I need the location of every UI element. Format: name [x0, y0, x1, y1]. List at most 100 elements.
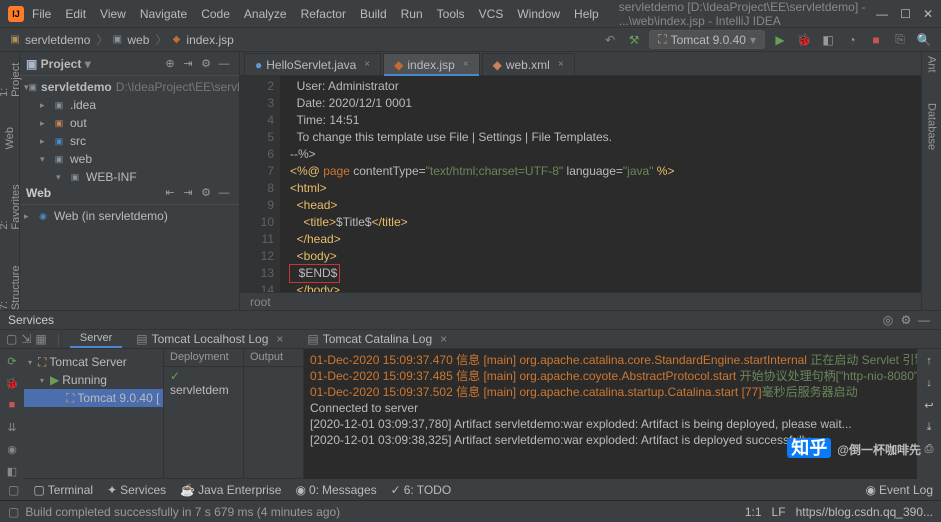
tab-server[interactable]: Server — [70, 330, 122, 348]
tool-structure[interactable]: 7: Structure — [0, 260, 22, 310]
tree-root[interactable]: ▾▣servletdemoD:\IdeaProject\EE\servletde… — [20, 78, 239, 96]
status-indicator-icon[interactable]: ▢ — [8, 505, 19, 519]
menu-run[interactable]: Run — [401, 7, 423, 21]
svc-instance[interactable]: ⛶Tomcat 9.0.40 [ — [24, 389, 163, 407]
tab-helloservlet[interactable]: ●HelloServlet.java× — [244, 53, 381, 75]
close-icon[interactable]: × — [364, 59, 370, 70]
line-separator[interactable]: LF — [772, 505, 786, 519]
hide-icon[interactable]: — — [215, 184, 233, 202]
quick-access-icon[interactable]: ▢ — [8, 483, 19, 497]
layout-icon[interactable]: ▦ — [35, 332, 46, 346]
hide-icon[interactable]: — — [915, 311, 933, 329]
btab-todo[interactable]: ✓6: TODO — [391, 483, 452, 497]
event-log[interactable]: ◉Event Log — [865, 483, 933, 497]
tool-favorites[interactable]: 2: Favorites — [0, 179, 22, 230]
back-button[interactable]: ↶ — [601, 31, 619, 49]
svc-running[interactable]: ▾▶Running — [24, 371, 163, 389]
web-tree-item[interactable]: ▸◉Web (in servletdemo) — [20, 207, 239, 225]
maximize-button[interactable]: ☐ — [900, 7, 911, 21]
menu-window[interactable]: Window — [517, 7, 560, 21]
select-opened-icon[interactable]: ⊕ — [161, 55, 179, 73]
menu-help[interactable]: Help — [574, 7, 599, 21]
tool-web[interactable]: Web — [4, 127, 16, 149]
down-icon[interactable]: ↓ — [921, 375, 937, 391]
code-lines[interactable]: User: Administrator Date: 2020/12/1 0001… — [280, 76, 921, 292]
tab-webxml[interactable]: ◆web.xml× — [482, 53, 575, 75]
coverage-button[interactable]: ◧ — [819, 31, 837, 49]
menu-build[interactable]: Build — [360, 7, 387, 21]
stop-button[interactable]: ■ — [867, 31, 885, 49]
up-icon[interactable]: ↑ — [921, 353, 937, 369]
console[interactable]: 01-Dec-2020 15:09:37.470 信息 [main] org.a… — [304, 349, 917, 479]
deployment-item[interactable]: ✓ servletdem — [164, 367, 243, 399]
menu-vcs[interactable]: VCS — [479, 7, 504, 21]
rerun-icon[interactable]: ⟳ — [4, 353, 20, 369]
wrap-icon[interactable]: ↩ — [921, 397, 937, 413]
tree-out[interactable]: ▸▣out — [20, 114, 239, 132]
cursor-position[interactable]: 1:1 — [745, 505, 762, 519]
filter-icon[interactable]: ▢ — [6, 332, 17, 346]
expand-icon[interactable]: ⇥ — [179, 184, 197, 202]
gear-icon[interactable]: ⚙ — [197, 184, 215, 202]
menu-tools[interactable]: Tools — [437, 7, 465, 21]
profile-button[interactable]: ◔ — [843, 31, 861, 49]
tab-localhost-log[interactable]: ▤Tomcat Localhost Log× — [126, 330, 293, 348]
gear-icon[interactable]: ⚙ — [197, 55, 215, 73]
tool-project[interactable]: 1: Project — [0, 56, 22, 97]
debug-button[interactable]: 🐞 — [795, 31, 813, 49]
menu-analyze[interactable]: Analyze — [244, 7, 287, 21]
tool-ant[interactable]: Ant — [926, 56, 938, 73]
hammer-build-icon[interactable]: ⚒ — [625, 31, 643, 49]
project-panel-title[interactable]: ▣ Project ▾ — [26, 57, 161, 71]
btab-javaee[interactable]: ☕Java Enterprise — [180, 483, 281, 497]
minimize-button[interactable]: — — [876, 7, 888, 21]
crumb-folder[interactable]: ▣web — [110, 33, 149, 47]
btab-messages[interactable]: ◉0: Messages — [295, 483, 376, 497]
menu-file[interactable]: File — [32, 7, 51, 21]
btab-terminal[interactable]: ▢Terminal — [33, 483, 93, 497]
scroll-icon[interactable]: ⤓ — [921, 419, 937, 435]
code-area[interactable]: 2345678910111213141516 User: Administrat… — [240, 76, 921, 292]
tree-idea[interactable]: ▸▣.idea — [20, 96, 239, 114]
tab-indexjsp[interactable]: ◆index.jsp× — [383, 53, 479, 75]
services-tree[interactable]: ▾⛶Tomcat Server ▾▶Running ⛶Tomcat 9.0.40… — [24, 349, 164, 479]
close-button[interactable]: ✕ — [923, 7, 933, 21]
menu-view[interactable]: View — [100, 7, 126, 21]
close-icon[interactable]: × — [463, 59, 469, 70]
menu-code[interactable]: Code — [201, 7, 230, 21]
browser-icon[interactable]: ◉ — [4, 441, 20, 457]
target-icon[interactable]: ◎ — [879, 311, 897, 329]
tool-database[interactable]: Database — [926, 103, 938, 150]
update-vcs-icon[interactable]: ⎘ — [891, 31, 909, 49]
print-icon[interactable]: ⎙ — [921, 441, 937, 457]
menu-edit[interactable]: Edit — [65, 7, 86, 21]
debug-icon[interactable]: 🐞 — [4, 375, 20, 391]
crumb-project[interactable]: ▣servletdemo — [8, 33, 90, 47]
menu-navigate[interactable]: Navigate — [140, 7, 187, 21]
console-toolbar: ↑ ↓ ↩ ⤓ ⎙ — [917, 349, 941, 479]
btab-services[interactable]: ✦Services — [107, 483, 166, 497]
tree-webinf[interactable]: ▾▣WEB-INF — [20, 168, 239, 181]
jsp-icon: ◆ — [394, 58, 403, 72]
web-panel-header: Web ⇤ ⇥ ⚙ — — [20, 181, 239, 205]
update-icon[interactable]: ⇊ — [4, 419, 20, 435]
svc-root[interactable]: ▾⛶Tomcat Server — [24, 353, 163, 371]
run-button[interactable]: ▶ — [771, 31, 789, 49]
collapse-all-icon[interactable]: ⇥ — [179, 55, 197, 73]
web-tree[interactable]: ▸◉Web (in servletdemo) — [20, 205, 239, 310]
tree-web[interactable]: ▾▣web — [20, 150, 239, 168]
stop-icon[interactable]: ■ — [4, 397, 20, 413]
crumb-file[interactable]: ◆index.jsp — [169, 33, 233, 47]
hide-icon[interactable]: — — [215, 55, 233, 73]
run-config-selector[interactable]: ⛶Tomcat 9.0.40▾ — [649, 30, 765, 49]
tab-catalina-log[interactable]: ▤Tomcat Catalina Log× — [297, 330, 457, 348]
settings-icon[interactable]: ◧ — [4, 463, 20, 479]
tree-icon[interactable]: ⇲ — [21, 332, 31, 346]
search-icon[interactable]: 🔍 — [915, 31, 933, 49]
project-tree[interactable]: ▾▣servletdemoD:\IdeaProject\EE\servletde… — [20, 76, 239, 181]
collapse-icon[interactable]: ⇤ — [161, 184, 179, 202]
menu-refactor[interactable]: Refactor — [301, 7, 346, 21]
close-icon[interactable]: × — [558, 59, 564, 70]
tree-src[interactable]: ▸▣src — [20, 132, 239, 150]
gear-icon[interactable]: ⚙ — [897, 311, 915, 329]
